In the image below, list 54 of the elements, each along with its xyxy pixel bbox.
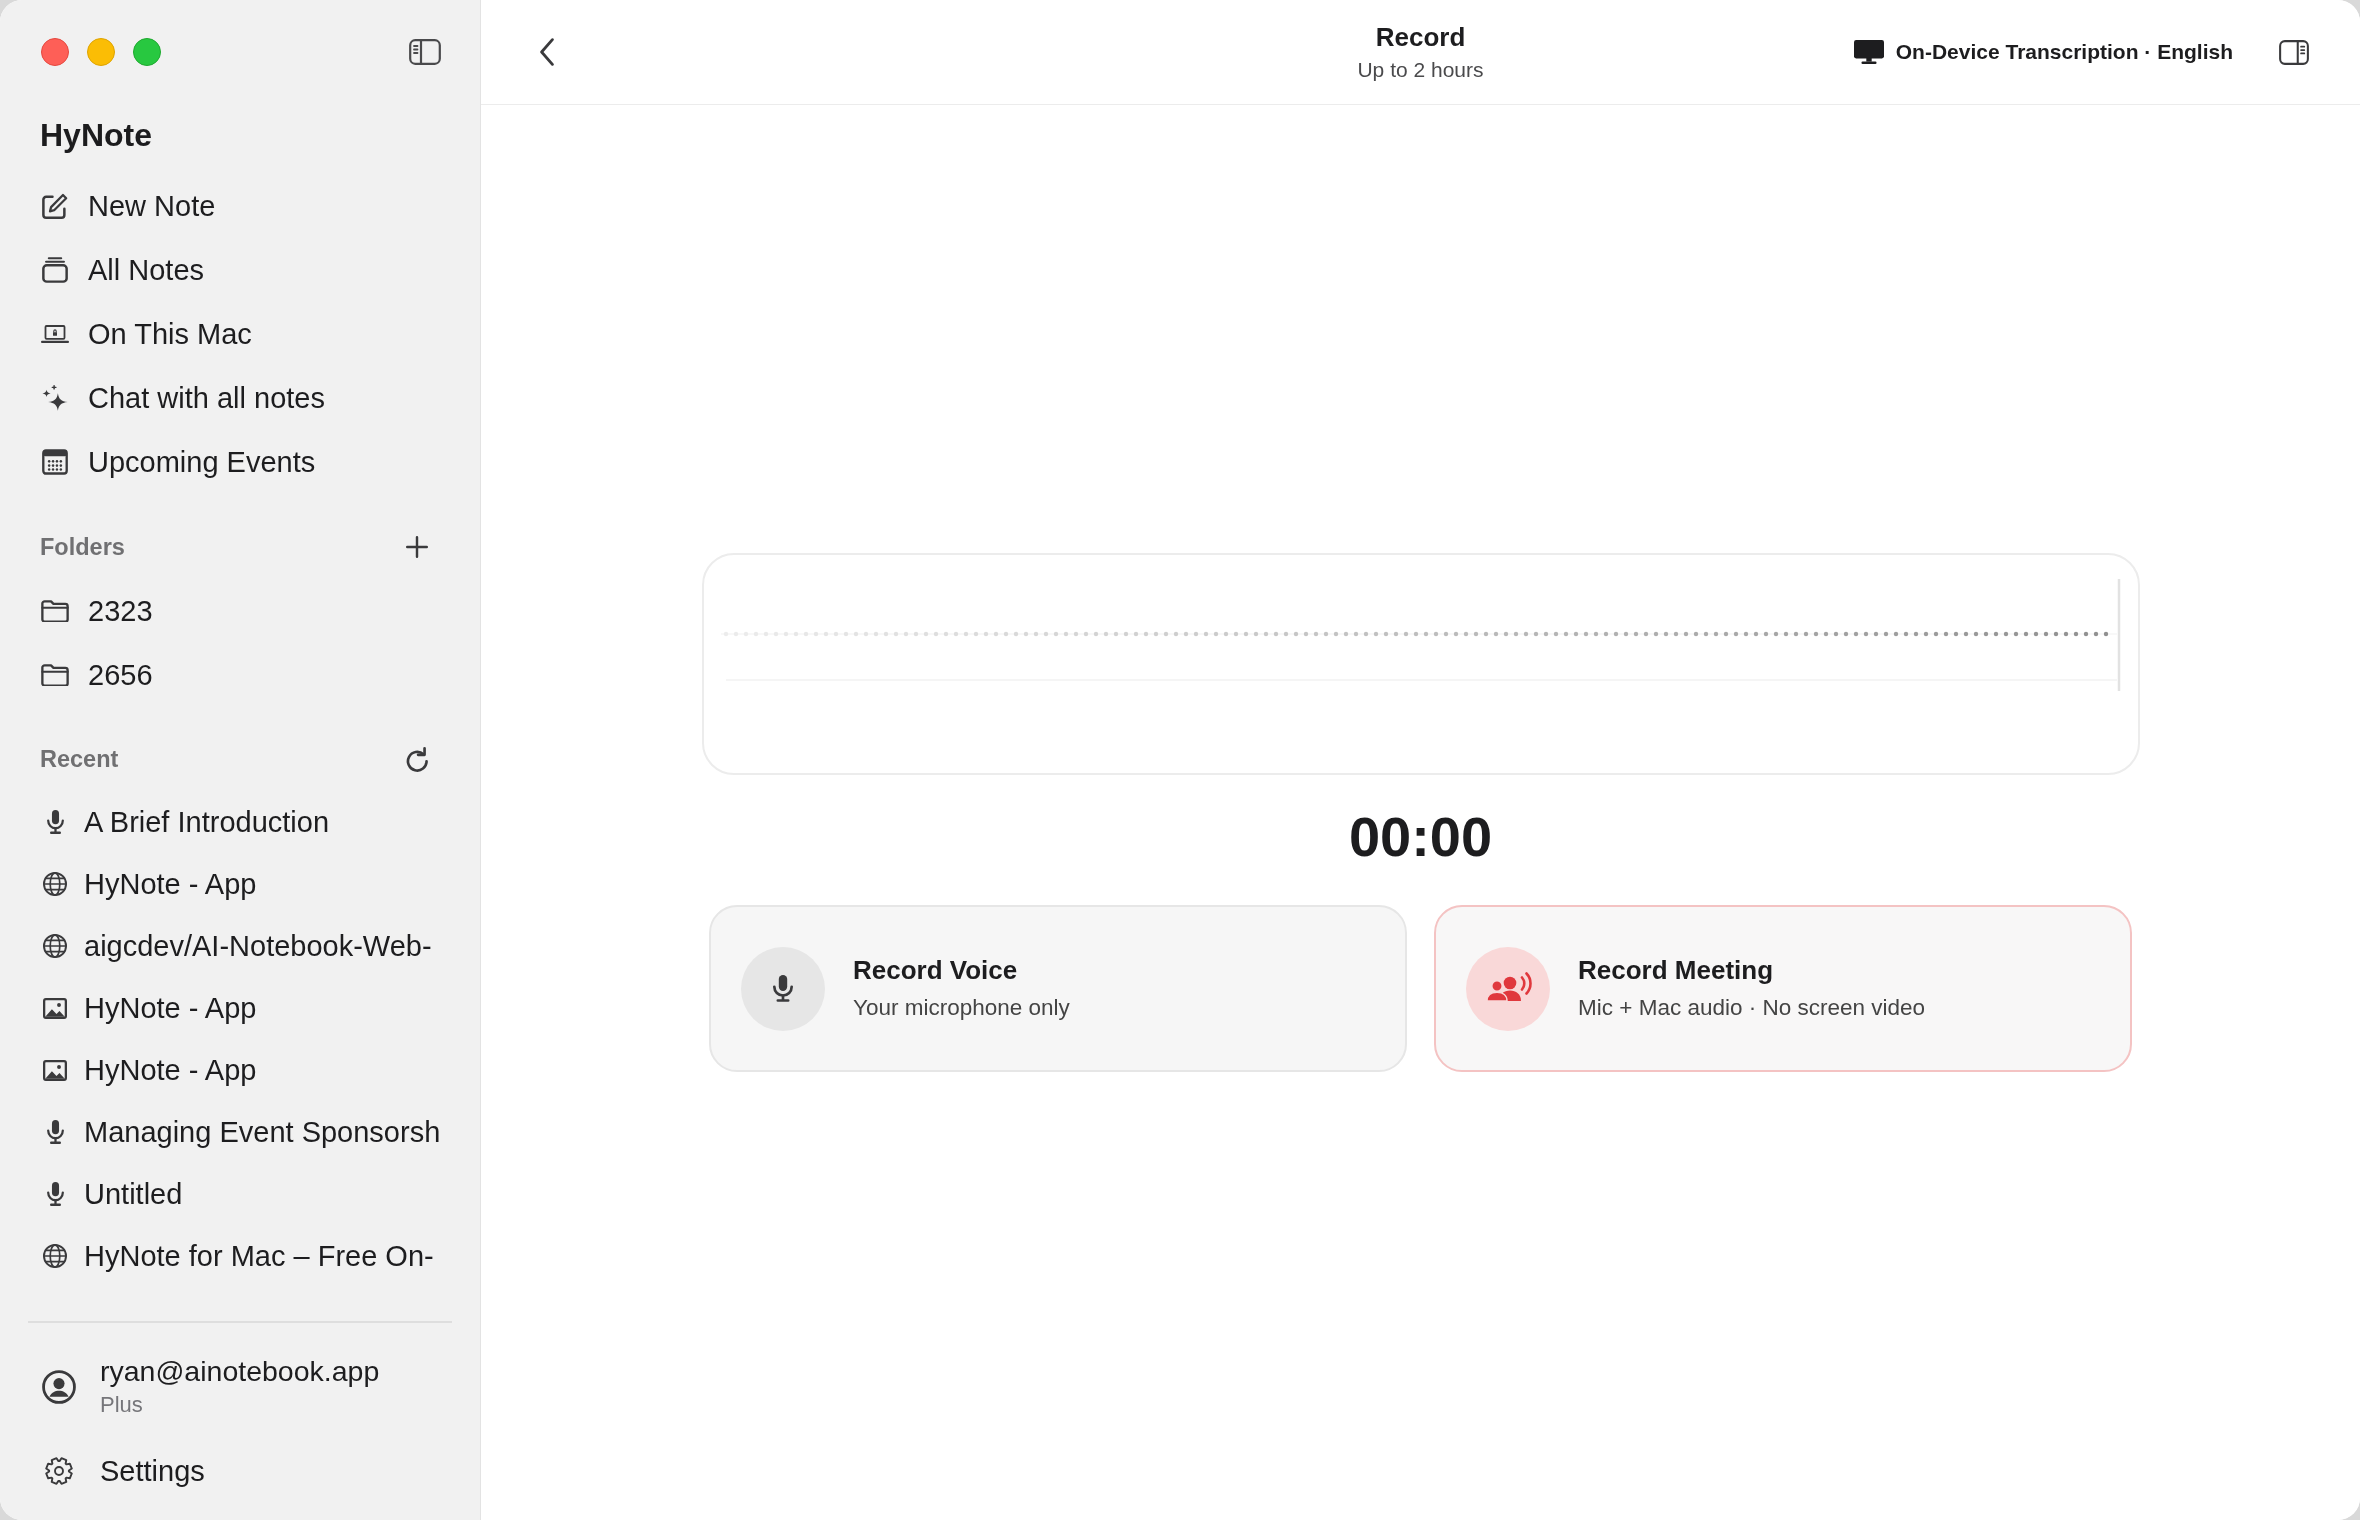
folder-icon <box>41 600 69 622</box>
microphone-icon <box>46 1120 64 1144</box>
sidebar-right-icon[interactable] <box>2279 39 2309 65</box>
sidebar-item[interactable]: Upcoming Events <box>41 444 316 480</box>
sidebar-item[interactable]: On This Mac <box>41 316 252 352</box>
microphone-icon <box>46 1182 64 1206</box>
note-item[interactable]: Managing Event Sponsorsh <box>43 1114 441 1150</box>
page-subtitle: Up to 2 hours <box>1357 56 1484 83</box>
globe-icon <box>43 1244 67 1268</box>
mode-card[interactable]: Record Voice Your microphone only <box>709 905 1407 1072</box>
transcription-button[interactable]: On-Device Transcription · English <box>1853 38 2233 66</box>
sidebar-icon[interactable] <box>409 39 441 65</box>
note-item[interactable]: aigcdev/AI-Notebook-Web- <box>43 928 432 964</box>
mode-card[interactable]: Record Meeting Mic + Mac audio · No screen video <box>1434 905 2132 1072</box>
section-heading: Folders <box>40 533 125 562</box>
sidebar-item[interactable]: All Notes <box>41 252 205 288</box>
globe-icon <box>43 934 67 958</box>
note-item[interactable]: A Brief Introduction <box>43 804 330 840</box>
folder-icon <box>41 664 69 686</box>
app-title: HyNote <box>40 116 152 155</box>
chevron-left-icon[interactable] <box>540 38 554 66</box>
laptop-icon <box>41 325 69 343</box>
globe-icon <box>43 872 67 896</box>
people-sound-icon <box>1466 946 1550 1031</box>
stack-icon <box>42 257 68 283</box>
account-email: ryan@ainotebook.app <box>100 1354 380 1389</box>
refresh-icon[interactable] <box>406 746 428 772</box>
gear-icon <box>45 1457 73 1485</box>
note-item[interactable]: HyNote for Mac – Free On- <box>43 1238 434 1274</box>
compose-icon <box>42 193 68 219</box>
sidebar-item[interactable]: Chat with all notes <box>41 380 325 416</box>
plus-icon[interactable] <box>406 536 428 558</box>
sparkle-icon <box>42 385 68 411</box>
account-plan: Plus <box>100 1391 143 1419</box>
timer-display: 00:00 <box>1348 805 1493 869</box>
page-title: Record <box>1375 20 1466 53</box>
image-icon <box>43 1059 67 1081</box>
settings-item[interactable]: Settings <box>45 1453 205 1489</box>
folder-item[interactable]: 2656 <box>41 657 153 693</box>
note-item[interactable]: Untitled <box>43 1176 183 1212</box>
sidebar-item[interactable]: New Note <box>41 188 216 224</box>
note-item[interactable]: HyNote - App <box>43 990 257 1026</box>
calendar-icon <box>42 449 68 475</box>
folder-item[interactable]: 2323 <box>41 593 153 629</box>
close-button[interactable] <box>41 38 69 66</box>
note-item[interactable]: HyNote - App <box>43 866 257 902</box>
note-item[interactable]: HyNote - App <box>43 1052 257 1088</box>
monitor-icon <box>1853 40 1884 64</box>
account-icon <box>42 1370 76 1404</box>
microphone-icon <box>46 810 64 834</box>
image-icon <box>43 997 67 1019</box>
microphone-icon <box>741 946 825 1031</box>
section-heading: Recent <box>40 745 119 774</box>
zoom-button[interactable] <box>133 38 161 66</box>
